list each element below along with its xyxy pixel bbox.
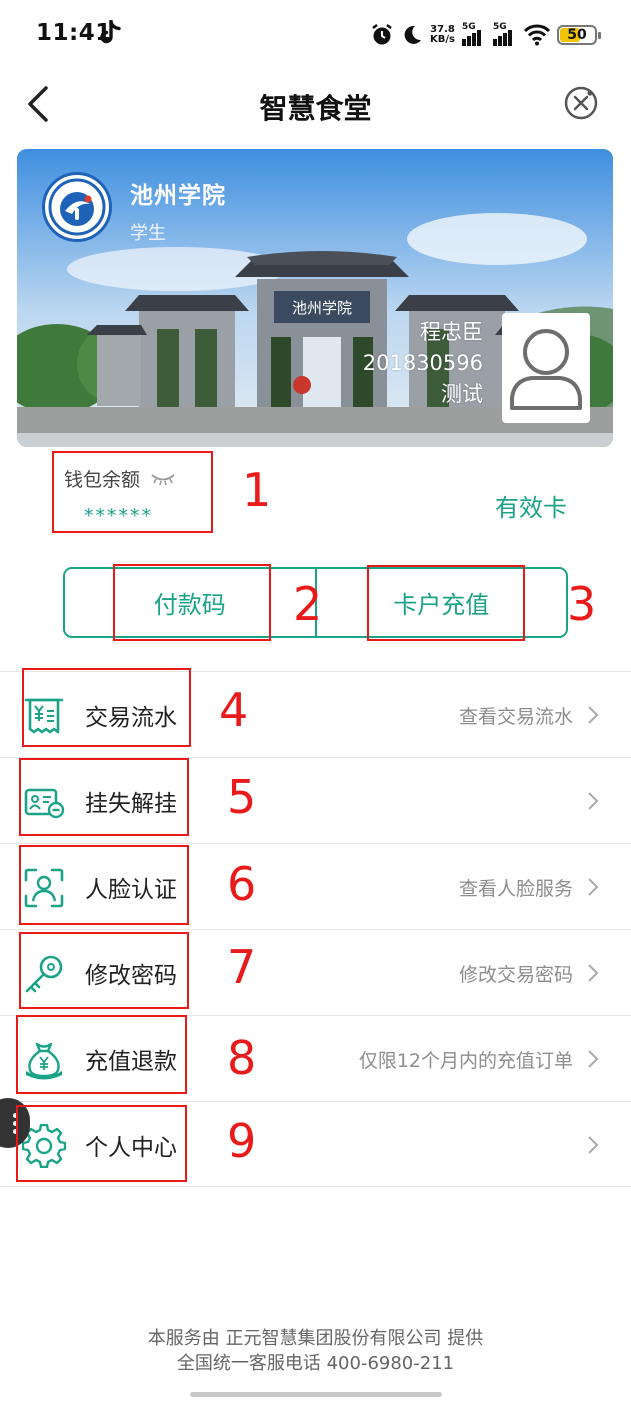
moon-icon [404, 25, 422, 44]
page-title: 智慧食堂 [259, 92, 372, 125]
chevron-right-icon [588, 1050, 599, 1068]
battery-indicator: 50 [557, 25, 601, 45]
signal-2-label: 5G [493, 22, 507, 32]
annotation-number-4: 4 [219, 683, 249, 737]
status-bar: 11:41 37.8 KB/s 5G 5G 50 [0, 0, 631, 70]
annotation-box-4 [22, 668, 191, 747]
chevron-right-icon [588, 792, 599, 810]
tiktok-icon [100, 20, 121, 44]
footer-hotline: 全国统一客服电话 400-6980-211 [176, 1353, 455, 1374]
chevron-right-icon [588, 878, 599, 896]
alarm-icon [372, 24, 392, 45]
campus-card: 池州学院 池州学院 学生 程忠臣 201830596 测试 [17, 149, 613, 447]
card-status: 有效卡 [495, 494, 567, 522]
menu-item-hint: 查看人脸服务 [458, 878, 573, 900]
annotation-number-7: 7 [227, 940, 257, 994]
net-speed: 37.8 KB/s [430, 25, 455, 45]
school-logo [42, 172, 112, 242]
chevron-right-icon [588, 706, 599, 724]
menu-item-hint: 修改交易密码 [458, 964, 573, 986]
battery-level: 50 [567, 27, 587, 43]
signal-1-label: 5G [462, 22, 476, 32]
cardholder-note: 测试 [441, 382, 483, 406]
annotation-number-8: 8 [227, 1031, 257, 1085]
menu-item-hint: 仅限12个月内的充值订单 [358, 1050, 573, 1072]
home-indicator[interactable] [190, 1392, 442, 1397]
net-speed-unit: KB/s [430, 34, 455, 45]
annotation-box-9 [16, 1105, 187, 1182]
footer-provider: 本服务由 正元智慧集团股份有限公司 提供 [147, 1328, 484, 1349]
cardholder-info: 程忠臣 201830596 测试 [363, 317, 483, 410]
signal-2: 5G [493, 22, 517, 46]
annotation-number-6: 6 [227, 857, 257, 911]
annotation-box-8 [16, 1015, 187, 1094]
school-name: 池州学院 [130, 183, 226, 209]
annotation-number-9: 9 [227, 1114, 257, 1168]
status-icons: 37.8 KB/s 5G 5G 50 [370, 22, 601, 48]
cardholder-name: 程忠臣 [420, 320, 483, 344]
close-icon[interactable] [563, 85, 599, 121]
annotation-number-1: 1 [242, 463, 272, 517]
chevron-right-icon [588, 1136, 599, 1154]
annotation-number-2: 2 [293, 577, 323, 631]
menu-item-hint: 查看交易流水 [458, 706, 573, 728]
header: 智慧食堂 [0, 70, 631, 140]
signal-1: 5G [462, 22, 486, 46]
avatar [502, 313, 590, 423]
annotation-box-2 [113, 564, 271, 641]
gate-sign: 池州学院 [292, 299, 352, 317]
chevron-right-icon [588, 964, 599, 982]
annotation-number-3: 3 [567, 577, 597, 631]
annotation-box-3 [367, 565, 525, 641]
person-icon [510, 329, 582, 410]
card-role: 学生 [130, 223, 166, 244]
annotation-box-5 [19, 758, 189, 836]
annotation-box-1 [52, 451, 213, 533]
annotation-box-6 [19, 845, 189, 925]
wifi-icon [524, 24, 550, 46]
footer: 本服务由 正元智慧集团股份有限公司 提供 全国统一客服电话 400-6980-2… [0, 1326, 631, 1376]
annotation-number-5: 5 [227, 770, 257, 824]
annotation-box-7 [19, 932, 189, 1009]
cardholder-id: 201830596 [362, 351, 483, 375]
